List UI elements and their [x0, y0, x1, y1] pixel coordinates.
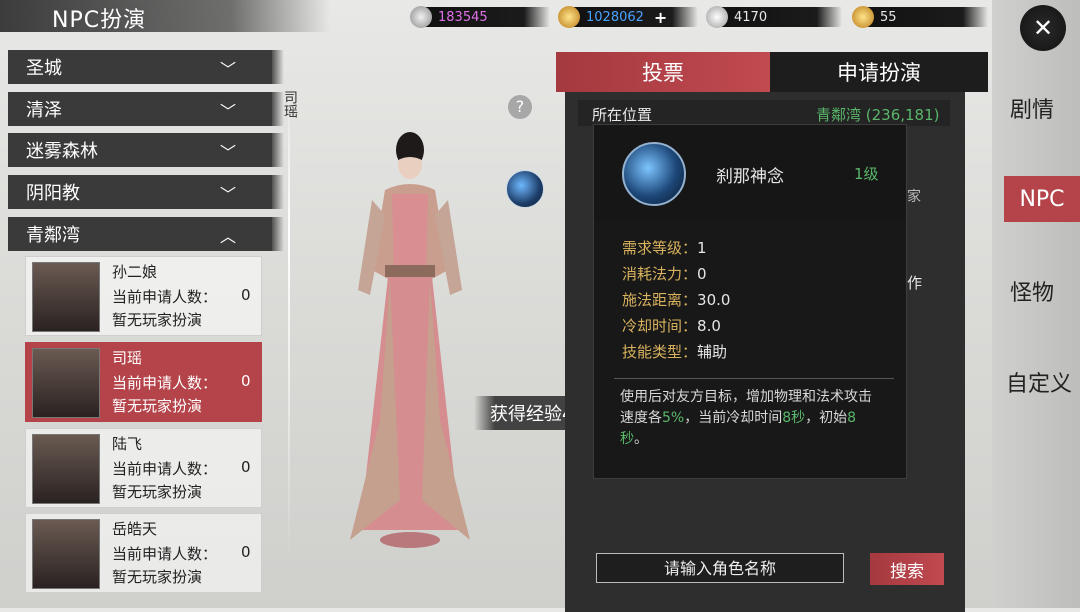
skill-prop-type: 技能类型：辅助: [622, 343, 728, 361]
npc-status: 暂无玩家扮演: [112, 311, 203, 329]
region-label: 圣城: [26, 58, 62, 79]
region-label: 清泽: [26, 100, 62, 121]
divider: [614, 378, 894, 379]
npc-card-selected[interactable]: 司瑶 当前申请人数： 0 暂无玩家扮演: [25, 342, 262, 422]
page-title: NPC扮演: [52, 8, 147, 33]
npc-applicants-label: 当前申请人数：: [112, 545, 218, 563]
npc-portrait: [32, 262, 100, 332]
close-icon[interactable]: ✕: [1020, 5, 1066, 51]
npc-status: 暂无玩家扮演: [112, 568, 203, 586]
npc-card[interactable]: 陆飞 当前申请人数： 0 暂无玩家扮演: [25, 428, 262, 508]
chevron-up-icon: ︿: [219, 227, 236, 246]
skill-prop-range: 施法距离：30.0: [622, 291, 731, 309]
npc-applicants-label: 当前申请人数：: [112, 460, 218, 478]
npc-status: 暂无玩家扮演: [112, 483, 203, 501]
skill-name: 刹那神念: [716, 167, 784, 187]
region-label: 青鄰湾: [26, 225, 80, 246]
skill-tooltip: 刹那神念 1级 需求等级：1 消耗法力：0 施法距离：30.0 冷却时间：8.0…: [593, 124, 907, 479]
location-value[interactable]: 青鄰湾 (236,181): [816, 104, 940, 125]
nav-story[interactable]: 剧情: [1010, 92, 1054, 124]
nav-npc[interactable]: NPC: [1004, 176, 1080, 222]
currency-value: 1028062: [586, 9, 644, 25]
currency-value: 183545: [438, 9, 488, 25]
chevron-down-icon: ﹀: [219, 185, 236, 204]
selected-npc-name: 司瑶: [282, 90, 298, 118]
npc-status: 暂无玩家扮演: [112, 397, 203, 415]
npc-applicants-count: 0: [241, 458, 251, 476]
currency-silver: 4170: [706, 6, 842, 28]
gold-icon: [852, 6, 874, 28]
npc-name: 孙二娘: [112, 263, 158, 281]
region-mist-forest[interactable]: 迷雾森林 ﹀: [8, 133, 284, 167]
nav-custom[interactable]: 自定义: [1006, 366, 1072, 398]
npc-applicants-count: 0: [241, 286, 251, 304]
npc-name: 岳皓天: [112, 520, 158, 538]
panel-text: 作: [907, 274, 923, 292]
region-label: 迷雾森林: [26, 141, 98, 162]
currency-value: 55: [880, 9, 897, 25]
sword-skill-icon: [622, 142, 686, 206]
npc-name: 司瑶: [112, 349, 143, 367]
skill-level: 1级: [854, 165, 879, 183]
npc-applicants-label: 当前申请人数：: [112, 374, 218, 392]
npc-card[interactable]: 孙二娘 当前申请人数： 0 暂无玩家扮演: [25, 256, 262, 336]
currency-gold: 55: [852, 6, 988, 28]
npc-applicants-count: 0: [241, 543, 251, 561]
gold-ingot-icon: [558, 6, 580, 28]
npc-portrait: [32, 348, 100, 418]
npc-applicants-label: 当前申请人数：: [112, 288, 218, 306]
skill-prop-mana: 消耗法力：0: [622, 265, 707, 283]
chevron-down-icon: ﹀: [219, 102, 236, 121]
currency-gold-ingot: 1028062 +: [558, 6, 698, 28]
region-shengcheng[interactable]: 圣城 ﹀: [8, 50, 284, 84]
nav-monster[interactable]: 怪物: [1010, 275, 1054, 307]
npc-portrait: [32, 519, 100, 589]
help-icon[interactable]: ?: [508, 95, 532, 119]
region-label: 阴阳教: [26, 183, 80, 204]
skill-icon[interactable]: [506, 170, 544, 208]
region-qinglinwan[interactable]: 青鄰湾 ︿: [8, 217, 284, 251]
add-currency-button[interactable]: +: [654, 8, 667, 27]
npc-portrait: [32, 434, 100, 504]
currency-silver-ingot: 183545: [410, 6, 550, 28]
search-button[interactable]: 搜索: [870, 553, 944, 585]
brush-stroke: [288, 84, 290, 564]
tab-vote[interactable]: 投票: [556, 52, 770, 92]
location-label: 所在位置: [592, 106, 653, 124]
silver-icon: [706, 6, 728, 28]
skill-description: 使用后对友方目标，增加物理和法术攻击速度各5%，当前冷却时间8秒，初始8秒。: [620, 389, 872, 447]
silver-ingot-icon: [410, 6, 432, 28]
skill-prop-cooldown: 冷却时间：8.0: [622, 317, 721, 335]
npc-character-model: [350, 132, 470, 548]
npc-card[interactable]: 岳皓天 当前申请人数： 0 暂无玩家扮演: [25, 513, 262, 593]
chevron-down-icon: ﹀: [219, 60, 236, 79]
region-qingze[interactable]: 清泽 ﹀: [8, 92, 284, 126]
npc-applicants-count: 0: [241, 372, 251, 390]
chevron-down-icon: ﹀: [219, 143, 236, 162]
search-input[interactable]: 请输入角色名称: [596, 553, 844, 583]
currency-value: 4170: [734, 9, 768, 25]
skill-prop-level: 需求等级：1: [622, 239, 707, 257]
tab-apply[interactable]: 申请扮演: [770, 52, 988, 92]
panel-text: 家: [907, 189, 921, 205]
npc-name: 陆飞: [112, 435, 143, 453]
title-bar: [0, 0, 330, 32]
region-yinyang[interactable]: 阴阳教 ﹀: [8, 175, 284, 209]
